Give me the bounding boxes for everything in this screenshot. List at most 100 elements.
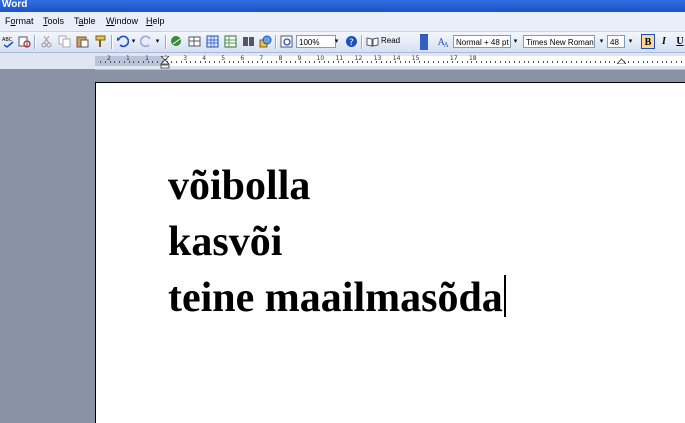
ruler-tick [295,61,297,63]
read-icon[interactable] [366,35,379,48]
ruler-tick [290,61,292,63]
style-combo[interactable]: Normal + 48 pt [453,35,511,48]
document-line[interactable]: kasvõi [168,221,282,263]
ruler-tick [199,61,201,63]
ruler-tick [490,61,492,63]
ruler-tick [647,61,649,63]
ruler-tick [352,61,354,63]
ruler-tick [342,61,344,63]
spelling-icon[interactable]: ABC [2,35,15,48]
toolbar: ABC ▾ ▾ 100% ▾ ? Read A A Normal + 48 pt… [0,32,685,53]
style-dropdown-icon[interactable]: ▾ [511,35,520,48]
ruler-tick [628,61,630,63]
zoom-dropdown-icon[interactable]: ▾ [332,35,341,48]
ruler-tick [457,61,458,63]
svg-text:A: A [443,42,449,48]
ruler-tick [404,61,406,63]
ruler-tick [209,61,211,63]
tables-borders-icon[interactable] [188,35,201,48]
ruler-tick [157,61,159,63]
menu-window[interactable]: Window [106,16,138,26]
ruler-tick [257,61,259,63]
bold-button[interactable]: B [641,34,655,49]
ruler-tick [504,61,506,63]
undo-dropdown-icon[interactable]: ▾ [129,35,138,48]
drawing-icon[interactable] [259,35,272,48]
read-button[interactable]: Read [381,36,400,45]
ruler-tick [366,61,368,63]
ruler-tick [361,61,363,63]
ruler-tick [252,61,254,63]
columns-icon[interactable] [242,35,255,48]
ruler-tick [328,61,330,63]
right-indent-marker-icon[interactable] [617,58,626,64]
ruler-tick [537,61,539,63]
paste-icon[interactable] [76,35,89,48]
font-size-dropdown-icon[interactable]: ▾ [626,35,635,48]
ruler-tick [599,61,601,63]
ruler-tick [214,61,216,63]
ruler-tick [556,61,558,63]
ruler-tick [266,61,268,63]
ruler-tick [171,61,173,63]
toolbar-options-icon[interactable] [420,34,428,50]
ruler-tick [675,61,677,63]
left-workspace [0,69,95,410]
insert-table-icon[interactable] [206,35,219,48]
underline-button[interactable]: U [673,34,685,49]
ruler-tick [428,61,430,63]
ruler-tick [604,61,606,63]
styles-formatting-icon[interactable]: AA [438,35,451,48]
ruler-tick [442,61,444,63]
hyperlink-icon[interactable] [170,35,183,48]
font-size-combo[interactable]: 48 [607,35,625,48]
svg-text:?: ? [349,38,354,48]
redo-icon[interactable] [140,35,153,48]
ruler-tick [100,61,101,63]
ruler-tick [614,61,616,63]
svg-text:ABC: ABC [2,37,13,43]
format-painter-icon[interactable] [94,35,107,48]
ruler-tick [671,61,673,63]
help-icon[interactable]: ? [345,35,358,48]
ruler-tick [152,61,154,63]
ruler-tick [219,61,220,63]
insert-excel-icon[interactable] [224,35,237,48]
redo-dropdown-icon[interactable]: ▾ [153,35,162,48]
ruler-tick [247,61,249,63]
ruler-tick [480,61,482,63]
ruler-tick [333,61,335,63]
horizontal-ruler[interactable]: 211234567891011121314151718 [0,53,685,70]
research-icon[interactable] [18,35,31,48]
ruler-tick [242,61,244,63]
cut-icon[interactable] [40,35,53,48]
ruler-tick [190,61,192,63]
menu-table[interactable]: Table [74,16,96,26]
font-dropdown-icon[interactable]: ▾ [597,35,606,48]
undo-icon[interactable] [116,35,129,48]
document-line[interactable]: teine maailmasõda [168,277,503,319]
ruler-tick [680,61,682,63]
ruler-tick [409,61,411,63]
ruler-tick [518,61,520,63]
text-cursor [503,275,506,317]
ruler-tick [547,61,549,63]
font-combo[interactable]: Times New Roman [523,35,595,48]
ruler-tick [509,61,511,63]
copy-icon[interactable] [58,35,71,48]
zoom-combo[interactable]: 100% [296,35,336,48]
italic-button[interactable]: I [657,34,671,49]
ruler-tick [571,61,573,63]
menu-help[interactable]: Help [146,16,165,26]
ruler-tick [128,61,130,63]
ruler-tick [323,61,325,63]
ruler-tick [238,61,240,63]
indent-marker-icon[interactable] [160,56,170,69]
document-map-icon[interactable] [280,35,293,48]
menu-format[interactable]: Format [5,16,34,26]
ruler-tick [314,61,316,63]
menu-tools[interactable]: Tools [43,16,64,26]
ruler-tick [347,61,349,63]
document-line[interactable]: võibolla [168,165,310,207]
document-page[interactable]: võibolla kasvõi teine maailmasõda [95,82,685,423]
